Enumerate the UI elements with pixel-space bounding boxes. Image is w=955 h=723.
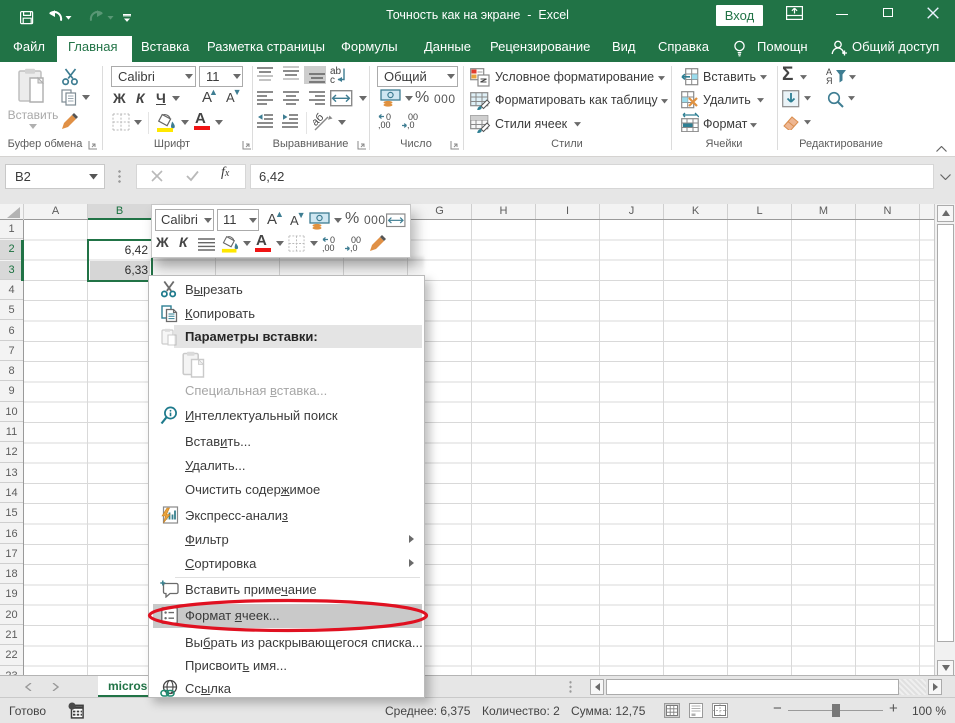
svg-text:,00: ,00 — [378, 120, 391, 130]
svg-text:аб: аб — [313, 111, 326, 128]
svg-text:,0: ,0 — [407, 120, 415, 130]
svg-text:,0: ,0 — [350, 243, 358, 253]
svg-text:c: c — [330, 75, 335, 84]
svg-text:,00: ,00 — [322, 243, 335, 253]
